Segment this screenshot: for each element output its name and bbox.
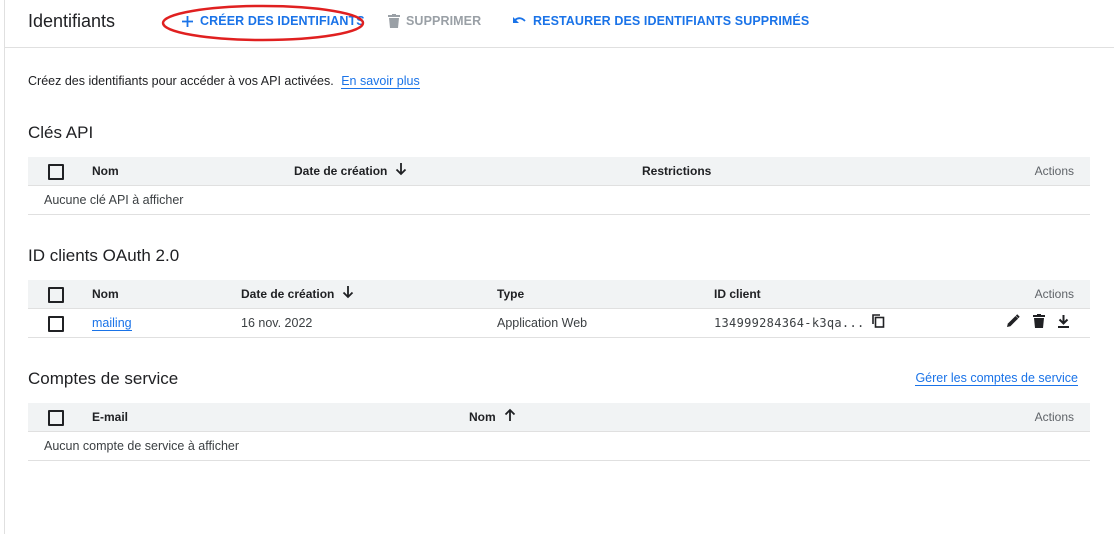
manage-service-accounts-link[interactable]: Gérer les comptes de service [915,371,1078,386]
service-accounts-table: E-mail Nom Actions Aucun compte de servi… [28,403,1090,461]
learn-more-link[interactable]: En savoir plus [341,74,420,89]
empty-text: Aucun compte de service à afficher [44,439,240,453]
copy-icon[interactable] [872,310,885,338]
table-header: E-mail Nom Actions [28,403,1090,432]
col-date-header[interactable]: Date de création [294,157,407,185]
row-actions [1006,309,1070,337]
page-title: Identifiants [28,11,116,31]
page-header: Identifiants CRÉER DES IDENTIFIANTS SUPP… [5,0,1114,48]
pencil-icon[interactable] [1006,310,1020,338]
row-checkbox[interactable] [48,316,64,332]
api-keys-title: Clés API [28,123,94,142]
create-credentials-label: CRÉER DES IDENTIFIANTS [200,14,365,28]
col-date-header[interactable]: Date de création [241,280,354,308]
oauth-table: Nom Date de création Type ID client Acti… [28,280,1090,338]
table-row: mailing 16 nov. 2022 Application Web 134… [28,309,1090,338]
col-date: Date de création [294,164,388,178]
col-name-header[interactable]: Nom [469,403,516,431]
download-icon[interactable] [1057,310,1070,338]
create-credentials-button[interactable]: CRÉER DES IDENTIFIANTS [181,14,365,28]
arrow-down-icon [395,158,407,186]
intro-text: Créez des identifiants pour accéder à vo… [28,74,420,89]
restore-credentials-button[interactable]: RESTAURER DES IDENTIFIANTS SUPPRIMÉS [512,14,809,28]
client-type: Application Web [497,316,588,330]
trash-icon[interactable] [1032,310,1045,338]
col-actions: Actions [1034,410,1074,424]
service-accounts-title: Comptes de service [28,369,179,388]
col-actions: Actions [1034,164,1074,178]
select-all-checkbox[interactable] [48,164,64,180]
select-all-checkbox[interactable] [48,287,64,303]
credentials-page: Identifiants CRÉER DES IDENTIFIANTS SUPP… [4,0,1114,534]
client-id-value: 134999284364-k3qa... [714,316,865,330]
empty-text: Aucune clé API à afficher [44,193,184,207]
col-email: E-mail [92,410,129,424]
undo-icon [512,15,527,27]
col-actions: Actions [1034,287,1074,301]
restore-credentials-label: RESTAURER DES IDENTIFIANTS SUPPRIMÉS [533,14,810,28]
table-header: Nom Date de création Restrictions Action… [28,157,1090,186]
table-header: Nom Date de création Type ID client Acti… [28,280,1090,309]
delete-label: SUPPRIMER [406,14,482,28]
client-name-link[interactable]: mailing [92,316,132,331]
col-restrictions: Restrictions [642,164,712,178]
col-date: Date de création [241,287,335,301]
intro-description: Créez des identifiants pour accéder à vo… [28,74,334,88]
arrow-down-icon [342,281,354,309]
plus-icon [181,15,194,28]
col-name: Nom [469,410,496,424]
col-client-id: ID client [714,287,761,301]
col-name: Nom [92,287,119,301]
delete-button[interactable]: SUPPRIMER [388,14,481,28]
empty-row: Aucun compte de service à afficher [28,432,1090,461]
arrow-up-icon [504,404,516,432]
api-keys-table: Nom Date de création Restrictions Action… [28,157,1090,215]
col-name: Nom [92,164,119,178]
client-date: 16 nov. 2022 [241,316,313,330]
empty-row: Aucune clé API à afficher [28,186,1090,215]
trash-icon [388,14,400,28]
select-all-checkbox[interactable] [48,410,64,426]
col-type: Type [497,287,525,301]
oauth-title: ID clients OAuth 2.0 [28,246,180,265]
